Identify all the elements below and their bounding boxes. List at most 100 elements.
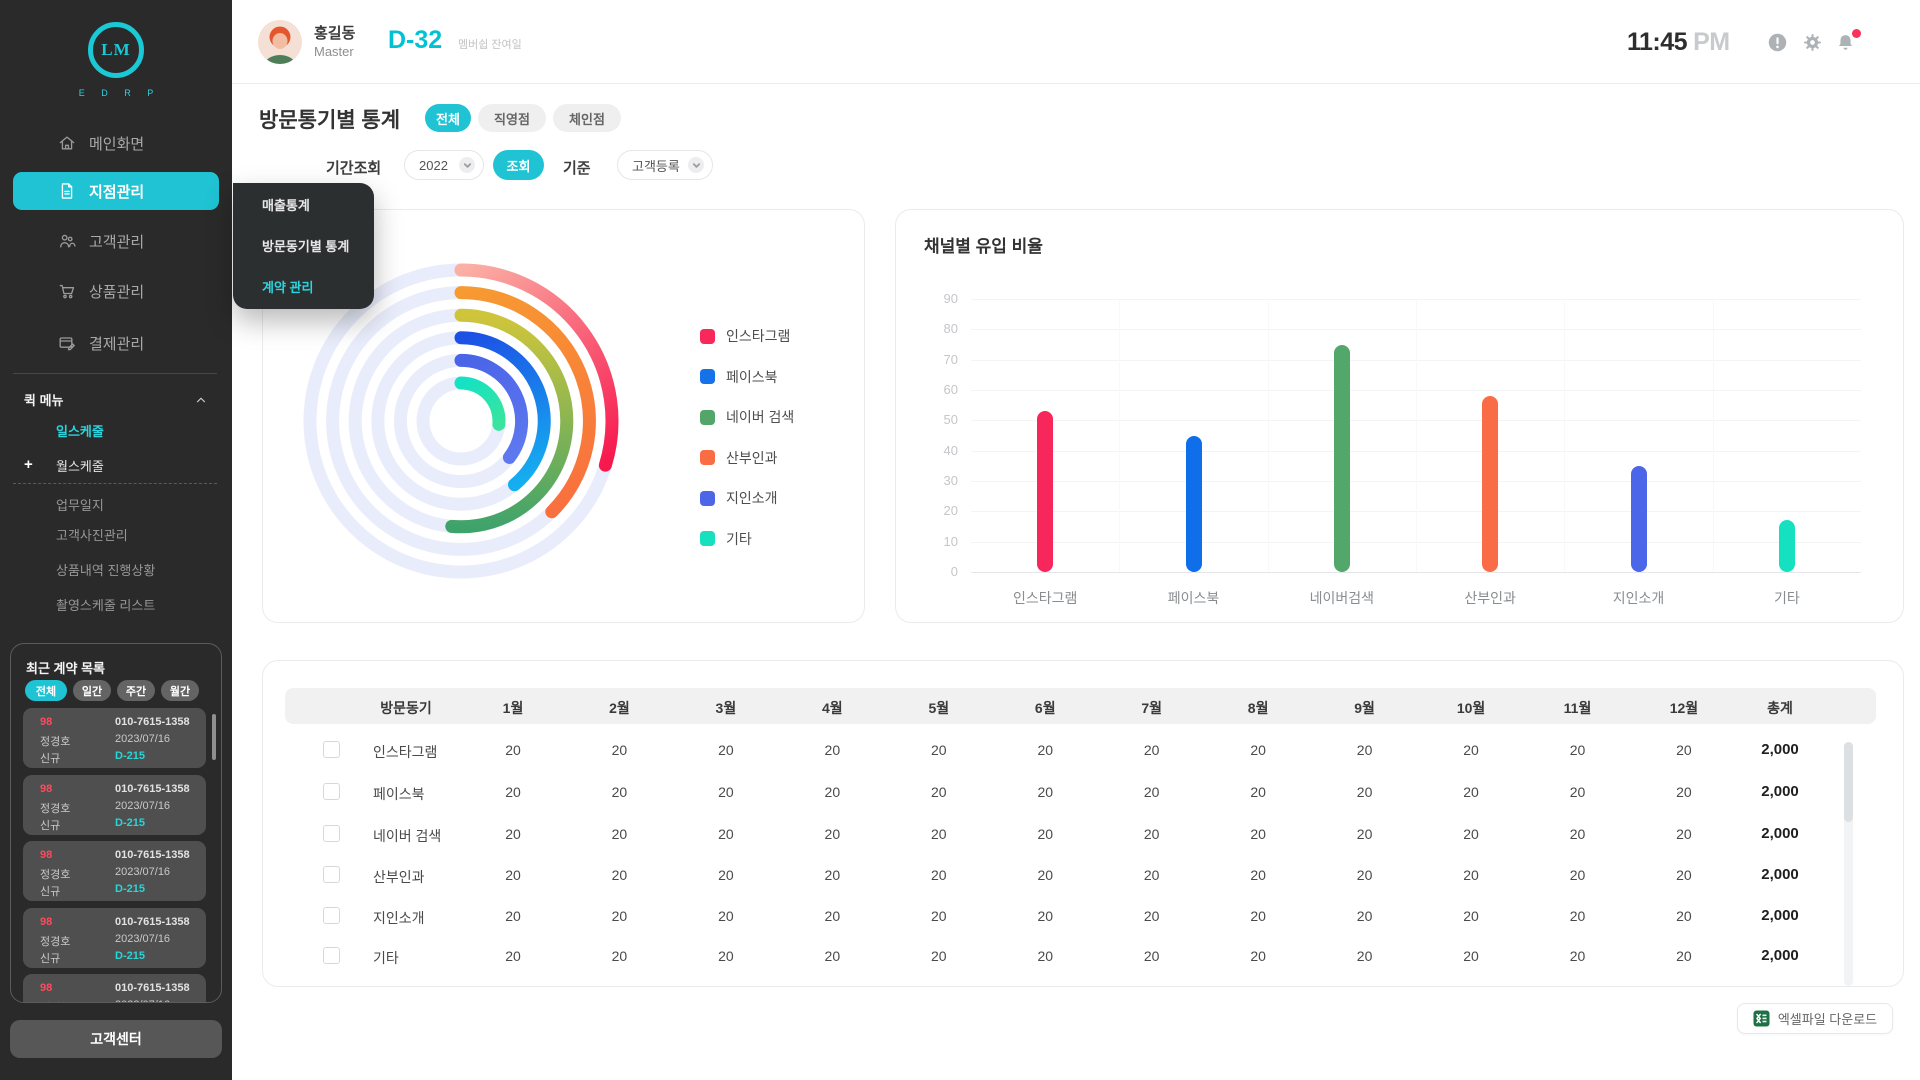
- cell-value: 20: [1357, 742, 1373, 758]
- cell-value: 20: [505, 742, 521, 758]
- cell-value: 20: [612, 908, 628, 924]
- quick-menu-item-work-log[interactable]: 업무일지: [56, 495, 104, 514]
- cell-value: 20: [931, 742, 947, 758]
- cell-value: 20: [1037, 826, 1053, 842]
- search-button[interactable]: 조회: [493, 150, 544, 180]
- table-header-month-10: 10월: [1457, 698, 1485, 718]
- contract-card[interactable]: 98010-7615-1358정경호2023/07/16신규D-215: [23, 708, 206, 768]
- contract-card[interactable]: 98010-7615-1358정경호2023/07/16신규D-215: [23, 841, 206, 901]
- excel-download-label: 엑셀파일 다운로드: [1778, 1009, 1877, 1028]
- x-axis-category-label: 페이스북: [1119, 588, 1267, 608]
- support-center-button[interactable]: 고객센터: [10, 1020, 222, 1058]
- quick-menu-item-product-progress[interactable]: 상품내역 진행상황: [56, 560, 155, 579]
- contract-tab-3[interactable]: 월간: [161, 680, 199, 701]
- row-checkbox-instagram[interactable]: [323, 741, 340, 758]
- legend-label: 기타: [726, 529, 752, 549]
- cell-value: 20: [1570, 948, 1586, 964]
- cell-value: 20: [1037, 742, 1053, 758]
- bar-etc[interactable]: [1779, 520, 1795, 572]
- sidebar-item-label: 지점관리: [89, 181, 144, 202]
- sidebar-item-payments[interactable]: 결제관리: [13, 324, 219, 362]
- legend-label: 페이스북: [726, 367, 778, 387]
- cell-value: 20: [612, 742, 628, 758]
- page-tab-1[interactable]: 직영점: [478, 104, 546, 132]
- x-axis-category-label: 지인소개: [1564, 588, 1712, 608]
- sidebar-item-customers[interactable]: 고객관리: [13, 222, 219, 260]
- bar-referral[interactable]: [1631, 466, 1647, 572]
- cell-value: 20: [1357, 867, 1373, 883]
- row-total-instagram: 2,000: [1761, 741, 1799, 758]
- contract-tab-0[interactable]: 전체: [25, 680, 67, 701]
- quick-menu-item-day-schedule[interactable]: 일스케줄: [56, 421, 104, 440]
- info-icon[interactable]: [1767, 32, 1788, 53]
- table-header-month-8: 8월: [1248, 698, 1269, 718]
- bar-chart: 0102030405060708090인스타그램페이스북네이버검색산부인과지인소…: [896, 210, 1903, 622]
- table-header-month-7: 7월: [1141, 698, 1162, 718]
- excel-download-button[interactable]: 엑셀파일 다운로드: [1737, 1003, 1893, 1034]
- sidebar-item-home[interactable]: 메인화면: [13, 124, 219, 162]
- dropdown-item-contract-mgmt[interactable]: 계약 관리: [262, 277, 313, 296]
- contract-date: 2023/07/16: [115, 999, 170, 1003]
- contract-phone: 010-7615-1358: [115, 982, 190, 994]
- contract-card[interactable]: 98010-7615-1358정경호2023/07/16신규D-215: [23, 908, 206, 968]
- row-checkbox-etc[interactable]: [323, 947, 340, 964]
- bar-facebook[interactable]: [1186, 436, 1202, 573]
- cell-value: 20: [1570, 784, 1586, 800]
- chevron-up-icon[interactable]: [194, 393, 208, 407]
- y-axis-tick-label: 30: [896, 473, 958, 488]
- contract-tab-1[interactable]: 일간: [73, 680, 111, 701]
- quick-menu-header[interactable]: 퀵 메뉴: [24, 390, 208, 409]
- basis-select[interactable]: 고객등록: [617, 150, 713, 180]
- cell-value: 20: [1570, 826, 1586, 842]
- contract-card[interactable]: 98010-7615-1358정경호2023/07/16신규D-215: [23, 974, 206, 1003]
- row-checkbox-naver-search[interactable]: [323, 825, 340, 842]
- quick-menu-item-customer-photos[interactable]: 고객사진관리: [56, 525, 128, 544]
- dropdown-item-sales-stats[interactable]: 매출통계: [262, 195, 310, 214]
- sidebar-item-label: 상품관리: [89, 281, 144, 302]
- cell-value: 20: [1357, 948, 1373, 964]
- cell-value: 20: [505, 948, 521, 964]
- contract-badge-count: 98: [40, 849, 52, 861]
- row-checkbox-obgyn[interactable]: [323, 866, 340, 883]
- contract-date: 2023/07/16: [115, 733, 170, 745]
- row-checkbox-referral[interactable]: [323, 907, 340, 924]
- user-name: 홍길동: [314, 22, 355, 43]
- table-header-month-9: 9월: [1354, 698, 1375, 718]
- row-label-referral: 지인소개: [373, 908, 425, 928]
- year-select[interactable]: 2022: [404, 150, 484, 180]
- cell-value: 20: [1144, 908, 1160, 924]
- quick-menu-item-month-schedule[interactable]: 월스케줄: [56, 456, 104, 475]
- app-root: LM E D R P 메인화면지점관리고객관리상품관리결제관리 퀵 메뉴 최근 …: [0, 0, 1920, 1080]
- quick-menu-item-shooting-list[interactable]: 촬영스케줄 리스트: [56, 595, 155, 614]
- table-scrollbar-thumb[interactable]: [1844, 742, 1853, 822]
- y-axis-tick-label: 20: [896, 503, 958, 518]
- logo: LM E D R P: [0, 22, 232, 98]
- sidebar-item-label: 고객관리: [89, 231, 144, 252]
- cell-value: 20: [505, 867, 521, 883]
- row-total-naver-search: 2,000: [1761, 825, 1799, 842]
- contract-list-scrollbar[interactable]: [212, 714, 216, 760]
- avatar[interactable]: [258, 20, 302, 64]
- legend-label: 산부인과: [726, 448, 778, 468]
- legend-item: 지인소개: [700, 488, 778, 508]
- cell-value: 20: [1463, 742, 1479, 758]
- dropdown-item-visit-stats[interactable]: 방문동기별 통계: [262, 236, 349, 255]
- bar-instagram[interactable]: [1037, 411, 1053, 572]
- settings-gear-icon[interactable]: [1802, 32, 1823, 53]
- bar-obgyn[interactable]: [1482, 396, 1498, 572]
- page-tab-2[interactable]: 체인점: [553, 104, 621, 132]
- sidebar-item-branch[interactable]: 지점관리: [13, 172, 219, 210]
- cell-value: 20: [612, 948, 628, 964]
- row-checkbox-facebook[interactable]: [323, 783, 340, 800]
- home-icon: [57, 133, 77, 153]
- legend-swatch: [700, 531, 715, 546]
- page-tab-0[interactable]: 전체: [425, 104, 471, 132]
- bar-naver-search[interactable]: [1334, 345, 1350, 573]
- contract-card[interactable]: 98010-7615-1358정경호2023/07/16신규D-215: [23, 775, 206, 835]
- contract-tab-2[interactable]: 주간: [117, 680, 155, 701]
- bar-chart-card: 채널별 유입 비율 0102030405060708090인스타그램페이스북네이…: [895, 209, 1904, 623]
- sidebar-item-products[interactable]: 상품관리: [13, 272, 219, 310]
- contract-badge-count: 98: [40, 783, 52, 795]
- contract-dday: D-215: [115, 817, 145, 829]
- cell-value: 20: [1676, 908, 1692, 924]
